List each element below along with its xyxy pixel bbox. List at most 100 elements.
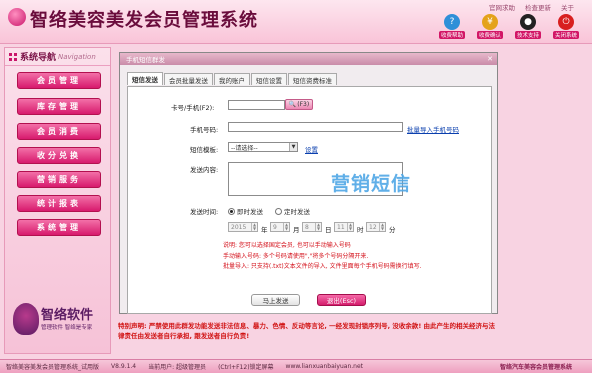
tab-my-account[interactable]: 我的账户 — [214, 73, 250, 85]
dialog-tabs: 短信发送 会员批量发送 我的账户 短信设置 短信资费标准 — [127, 72, 337, 85]
power-icon: ⏻ — [558, 14, 574, 30]
company-logo: 智络软件 管理软件 智络是专家 — [13, 303, 108, 339]
radio-circle — [228, 207, 235, 215]
year-unit: 年 — [261, 226, 268, 234]
spinner-arrows-icon: ▲ ▼ — [347, 222, 353, 231]
app-logo-icon — [8, 8, 26, 26]
instruction-line: 手动输入号码: 多个号码请使用","将多个号码分隔开来. — [223, 252, 369, 260]
sidebar: 系统导航 Navigation 会员管理 库存管理 会员消费 收分兑换 营销服务… — [4, 47, 111, 354]
sms-dialog: 手机短信群发 ✕ 短信发送 会员批量发送 我的账户 短信设置 短信资费标准 卡号… — [119, 52, 498, 314]
phone-label: 手机号码: — [190, 126, 219, 134]
template-settings-link[interactable]: 设置 — [305, 144, 318, 154]
grid-icon — [9, 52, 17, 61]
company-name: 智络软件 — [41, 308, 94, 323]
sidebar-item-member-management[interactable]: 会员管理 — [17, 72, 101, 89]
sidebar-item-inventory[interactable]: 库存管理 — [17, 98, 101, 115]
billing-confirm-label: 收费确认 — [476, 31, 503, 39]
spinner-arrows-icon: ▲ ▼ — [251, 222, 257, 231]
template-select-value: --请选择-- — [231, 144, 258, 152]
company-slogan: 管理软件 智络是专家 — [41, 325, 93, 331]
minute-unit: 分 — [389, 226, 396, 234]
template-select[interactable]: --请选择-- ▼ — [228, 142, 298, 152]
day-spinner[interactable]: 8 ▲ ▼ — [302, 222, 322, 232]
card-input[interactable] — [228, 100, 285, 110]
hour-spinner[interactable]: 11 ▲ ▼ — [334, 222, 354, 232]
qq-penguin-icon: ● — [520, 14, 536, 30]
app-title: 智络美容美发会员管理系统 — [30, 10, 258, 31]
sidebar-item-marketing[interactable]: 营销服务 — [17, 171, 101, 188]
phone-input[interactable] — [228, 122, 403, 132]
exit-button[interactable]: 退出(Esc) — [317, 294, 366, 306]
sms-send-panel: 卡号/手机(F2): 🔍 (F3) 手机号码: 批量导入手机号码 短信模板: --… — [127, 86, 492, 314]
spinner-arrows-icon: ▲ ▼ — [315, 222, 321, 231]
card-label: 卡号/手机(F2): — [171, 104, 215, 112]
toolbar: ? 收费帮助 ¥ 收费确认 ● 技术支持 ⏻ 关闭系统 — [436, 14, 582, 39]
app-window: 智络美容美发会员管理系统 官网求助 检查更新 关于 ? 收费帮助 ¥ 收费确认 … — [0, 0, 592, 373]
instruction-line: 批量导入: 只支持(.txt)文本文件的导入, 文件里面每个手机号码需换行填写. — [223, 263, 422, 270]
dialog-title: 手机短信群发 — [120, 53, 497, 65]
tab-sms-settings[interactable]: 短信设置 — [251, 73, 287, 85]
money-icon: ¥ — [482, 14, 498, 30]
sidebar-item-system[interactable]: 系统管理 — [17, 219, 101, 236]
search-icon: 🔍 — [288, 101, 297, 108]
spinner-arrows-icon: ▲ ▼ — [283, 222, 289, 231]
status-bar: 智络美容美发会员管理系统_试用版 V8.9.1.4 当前用户: 超级管理员 (C… — [0, 359, 592, 373]
header-bar: 智络美容美发会员管理系统 官网求助 检查更新 关于 ? 收费帮助 ¥ 收费确认 … — [0, 0, 592, 44]
close-system-label: 关闭系统 — [552, 31, 579, 39]
tab-batch-send[interactable]: 会员批量发送 — [164, 73, 213, 85]
top-links: 官网求助 检查更新 关于 — [489, 2, 574, 12]
content-label: 发送内容: — [190, 166, 219, 174]
send-time-label: 发送时间: — [190, 208, 219, 216]
sidebar-title-en: Navigation — [58, 52, 96, 61]
about-link[interactable]: 关于 — [561, 2, 574, 12]
tech-support-label: 技术支持 — [514, 31, 541, 39]
sidebar-item-member-consumption[interactable]: 会员消费 — [17, 123, 101, 140]
help-link[interactable]: 官网求助 — [489, 2, 515, 12]
tech-support-button[interactable]: ● 技术支持 — [512, 14, 544, 39]
close-icon[interactable]: ✕ — [486, 55, 494, 63]
month-spinner[interactable]: 9 ▲ ▼ — [270, 222, 290, 232]
billing-help-button[interactable]: ? 收费帮助 — [436, 14, 468, 39]
help-icon: ? — [444, 14, 460, 30]
radio-send-now-label: 即时发送 — [237, 208, 263, 216]
legal-warning: 特别声明: 严禁使用此群发功能发送非法信息、暴力、色情、反动等言论, 一经发现封… — [118, 322, 496, 340]
radio-send-now[interactable]: 即时发送 — [228, 206, 263, 216]
marketing-sms-watermark: 营销短信 — [331, 173, 412, 195]
send-now-button[interactable]: 马上发送 — [251, 294, 300, 306]
close-system-button[interactable]: ⏻ 关闭系统 — [550, 14, 582, 39]
flower-logo-icon — [13, 303, 39, 335]
status-lock-hint: (Ctrl+F12)锁定屏幕 — [218, 364, 274, 371]
sidebar-item-points-exchange[interactable]: 收分兑换 — [17, 147, 101, 164]
chevron-down-icon: ▼ — [289, 143, 297, 151]
sidebar-title-text: 系统导航 — [20, 53, 57, 63]
year-spinner[interactable]: 2015 ▲ ▼ — [228, 222, 258, 232]
tab-sms-pricing[interactable]: 短信资费标准 — [288, 73, 337, 85]
month-unit: 月 — [293, 226, 300, 234]
radio-send-timed-label: 定时发送 — [284, 208, 310, 216]
radio-send-timed[interactable]: 定时发送 — [275, 206, 310, 216]
read-card-button[interactable]: 🔍 (F3) — [285, 99, 313, 110]
instruction-line: 说明: 您可以选择国定会员, 也可以手动输入号码 — [223, 242, 351, 249]
tab-sms-send[interactable]: 短信发送 — [127, 72, 163, 85]
check-update-link[interactable]: 检查更新 — [525, 2, 551, 12]
status-right-product: 智络汽车美容会员管理系统 — [499, 364, 572, 371]
day-unit: 日 — [325, 226, 332, 234]
status-version: V8.9.1.4 — [111, 363, 137, 370]
year-value: 2015 — [231, 223, 247, 231]
minute-value: 12 — [369, 223, 377, 231]
import-phones-link[interactable]: 批量导入手机号码 — [407, 124, 459, 134]
hour-unit: 时 — [357, 226, 364, 234]
status-product: 智络美容美发会员管理系统_试用版 — [6, 364, 100, 371]
status-user: 当前用户: 超级管理员 — [148, 364, 207, 371]
sidebar-item-reports[interactable]: 统计报表 — [17, 195, 101, 212]
sidebar-title: 系统导航 Navigation — [5, 48, 110, 66]
radio-selected-dot — [230, 209, 233, 213]
hour-value: 11 — [337, 223, 345, 231]
status-website[interactable]: www.lianxuanbaiyuan.net — [280, 363, 369, 370]
month-value: 9 — [273, 223, 277, 231]
radio-circle — [275, 207, 282, 215]
template-label: 短信模板: — [190, 146, 219, 154]
minute-spinner[interactable]: 12 ▲ ▼ — [366, 222, 386, 232]
billing-confirm-button[interactable]: ¥ 收费确认 — [474, 14, 506, 39]
read-card-label: (F3) — [297, 101, 310, 108]
